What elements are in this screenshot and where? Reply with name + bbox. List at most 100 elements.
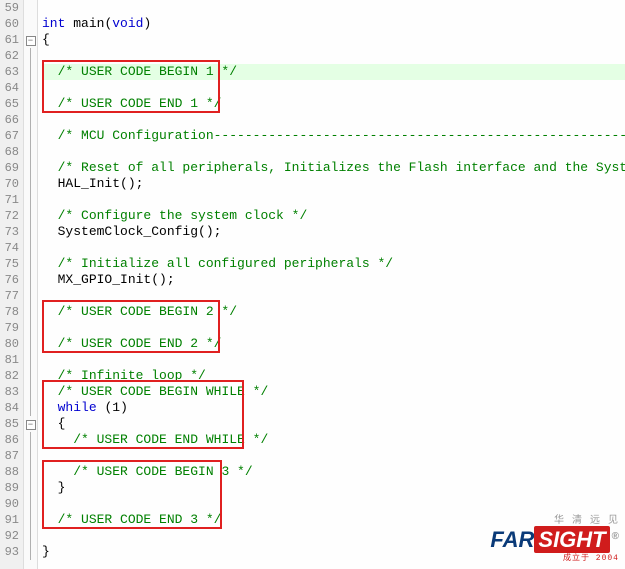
code-line[interactable]: HAL_Init(); bbox=[42, 176, 625, 192]
token bbox=[42, 336, 58, 351]
code-line[interactable]: while (1) bbox=[42, 400, 625, 416]
fold-cell[interactable]: − bbox=[24, 32, 37, 48]
code-line[interactable] bbox=[42, 320, 625, 336]
line-number: 72 bbox=[0, 208, 19, 224]
fold-cell bbox=[24, 256, 37, 272]
code-line[interactable]: /* Infinite loop */ bbox=[42, 368, 625, 384]
logo-sight: SIGHT bbox=[534, 526, 609, 553]
fold-cell bbox=[24, 96, 37, 112]
fold-cell bbox=[24, 288, 37, 304]
fold-cell bbox=[24, 400, 37, 416]
fold-line-icon bbox=[30, 160, 31, 176]
line-number: 79 bbox=[0, 320, 19, 336]
line-number: 76 bbox=[0, 272, 19, 288]
fold-cell bbox=[24, 272, 37, 288]
line-number: 69 bbox=[0, 160, 19, 176]
fold-cell bbox=[24, 192, 37, 208]
code-line[interactable]: /* USER CODE END 2 */ bbox=[42, 336, 625, 352]
token-fn: HAL_Init bbox=[58, 176, 120, 191]
logo-main: FARSIGHT® bbox=[490, 529, 619, 551]
token bbox=[42, 160, 58, 175]
token-fn: main bbox=[73, 16, 104, 31]
fold-cell bbox=[24, 448, 37, 464]
fold-line-icon bbox=[30, 336, 31, 352]
code-line[interactable]: /* USER CODE END 1 */ bbox=[42, 96, 625, 112]
fold-cell bbox=[24, 320, 37, 336]
code-line[interactable] bbox=[42, 144, 625, 160]
fold-line-icon bbox=[30, 224, 31, 240]
fold-line-icon bbox=[30, 304, 31, 320]
line-number: 68 bbox=[0, 144, 19, 160]
token bbox=[42, 368, 58, 383]
fold-line-icon bbox=[30, 480, 31, 496]
token-punc: (); bbox=[151, 272, 174, 287]
code-line[interactable]: { bbox=[42, 416, 625, 432]
code-line[interactable]: /* Configure the system clock */ bbox=[42, 208, 625, 224]
fold-cell bbox=[24, 240, 37, 256]
code-line[interactable]: } bbox=[42, 480, 625, 496]
code-line[interactable]: /* USER CODE BEGIN 2 */ bbox=[42, 304, 625, 320]
code-line[interactable]: /* Initialize all configured peripherals… bbox=[42, 256, 625, 272]
code-line[interactable] bbox=[42, 80, 625, 96]
fold-line-icon bbox=[30, 512, 31, 528]
code-line[interactable] bbox=[42, 192, 625, 208]
code-line[interactable]: { bbox=[42, 32, 625, 48]
code-line[interactable]: /* MCU Configuration--------------------… bbox=[42, 128, 625, 144]
line-number: 93 bbox=[0, 544, 19, 560]
code-line[interactable]: /* USER CODE BEGIN 3 */ bbox=[42, 464, 625, 480]
code-line[interactable] bbox=[42, 112, 625, 128]
code-line[interactable]: /* Reset of all peripherals, Initializes… bbox=[42, 160, 625, 176]
line-number: 71 bbox=[0, 192, 19, 208]
code-line[interactable] bbox=[42, 240, 625, 256]
fold-line-icon bbox=[30, 144, 31, 160]
token bbox=[42, 64, 58, 79]
code-line[interactable] bbox=[42, 48, 625, 64]
line-number: 74 bbox=[0, 240, 19, 256]
code-line[interactable]: /* USER CODE END WHILE */ bbox=[42, 432, 625, 448]
fold-line-icon bbox=[30, 240, 31, 256]
code-line[interactable] bbox=[42, 496, 625, 512]
fold-line-icon bbox=[30, 496, 31, 512]
code-line[interactable]: /* USER CODE BEGIN WHILE */ bbox=[42, 384, 625, 400]
token-kw: while bbox=[58, 400, 97, 415]
token bbox=[42, 432, 73, 447]
fold-minus-icon[interactable]: − bbox=[26, 36, 36, 46]
fold-cell bbox=[24, 496, 37, 512]
line-number: 81 bbox=[0, 352, 19, 368]
fold-cell bbox=[24, 160, 37, 176]
token-punc: ) bbox=[120, 400, 128, 415]
fold-cell bbox=[24, 128, 37, 144]
token bbox=[42, 272, 58, 287]
code-line[interactable] bbox=[42, 352, 625, 368]
line-number: 75 bbox=[0, 256, 19, 272]
token-cm: /* USER CODE BEGIN WHILE */ bbox=[58, 384, 269, 399]
fold-cell bbox=[24, 176, 37, 192]
token bbox=[42, 176, 58, 191]
line-number: 90 bbox=[0, 496, 19, 512]
code-line[interactable] bbox=[42, 288, 625, 304]
code-line[interactable]: int main(void) bbox=[42, 16, 625, 32]
code-line[interactable] bbox=[42, 448, 625, 464]
code-line[interactable] bbox=[42, 0, 625, 16]
line-number: 92 bbox=[0, 528, 19, 544]
line-number: 77 bbox=[0, 288, 19, 304]
fold-line-icon bbox=[30, 400, 31, 416]
fold-cell bbox=[24, 16, 37, 32]
line-number: 63 bbox=[0, 64, 19, 80]
fold-minus-icon[interactable]: − bbox=[26, 420, 36, 430]
code-line[interactable]: SystemClock_Config(); bbox=[42, 224, 625, 240]
token-cm: /* Reset of all peripherals, Initializes… bbox=[58, 160, 625, 175]
token-fn: SystemClock_Config bbox=[58, 224, 198, 239]
fold-cell bbox=[24, 112, 37, 128]
token bbox=[42, 256, 58, 271]
code-line[interactable]: /* USER CODE BEGIN 1 */ bbox=[42, 64, 625, 80]
line-number: 89 bbox=[0, 480, 19, 496]
code-area[interactable]: int main(void){ /* USER CODE BEGIN 1 */ … bbox=[38, 0, 625, 569]
logo-cn-text: 华 清 远 见 bbox=[490, 511, 619, 527]
fold-cell[interactable]: − bbox=[24, 416, 37, 432]
fold-line-icon bbox=[30, 80, 31, 96]
token-cm: /* USER CODE END 2 */ bbox=[58, 336, 222, 351]
token bbox=[42, 96, 58, 111]
code-line[interactable]: MX_GPIO_Init(); bbox=[42, 272, 625, 288]
line-number: 70 bbox=[0, 176, 19, 192]
